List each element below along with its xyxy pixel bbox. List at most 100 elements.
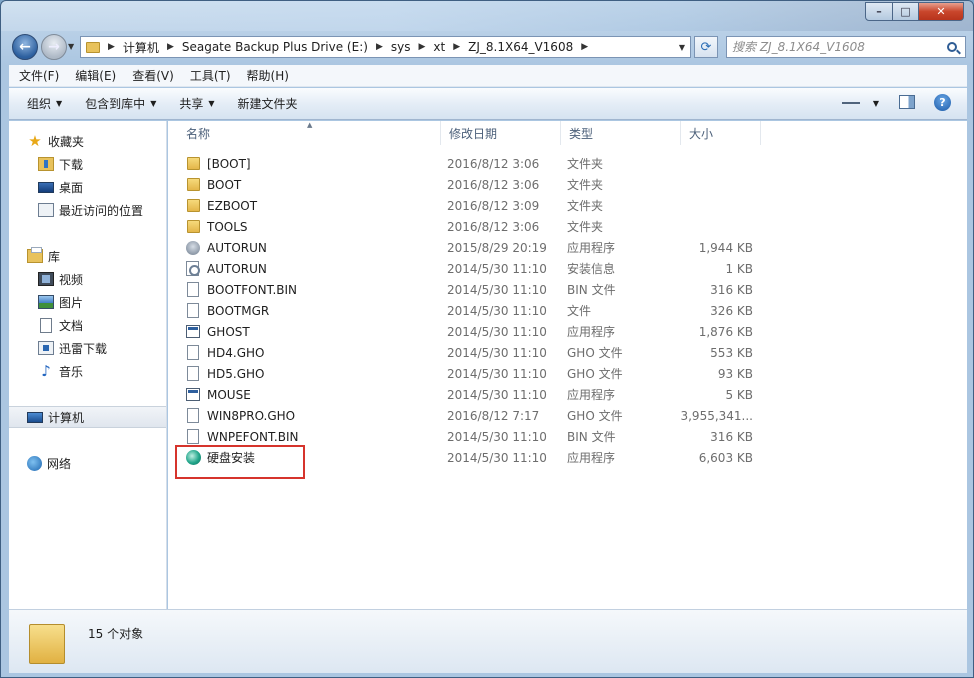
file-date: 2014/5/30 11:10 <box>447 387 547 402</box>
chevron-right-icon[interactable]: ▶ <box>104 42 119 52</box>
breadcrumb-drive[interactable]: Seagate Backup Plus Drive (E:) <box>178 40 372 54</box>
sidebar-item-label: 计算机 <box>48 410 85 425</box>
file-name-cell[interactable]: GHOST <box>186 321 250 342</box>
file-size: 326 KB <box>710 303 753 318</box>
breadcrumb-current[interactable]: ZJ_8.1X64_V1608 <box>464 40 577 54</box>
search-box[interactable] <box>726 36 966 58</box>
file-row[interactable]: TOOLS 2016/8/12 3:06 文件夹 <box>178 216 948 237</box>
file-name-cell[interactable]: [BOOT] <box>186 153 251 174</box>
file-row[interactable]: EZBOOT 2016/8/12 3:09 文件夹 <box>178 195 948 216</box>
refresh-button[interactable]: ⟳ <box>694 36 718 58</box>
chevron-down-icon: ▼ <box>56 99 63 108</box>
file-icon <box>187 429 199 444</box>
folder-icon <box>86 41 100 53</box>
breadcrumb-xt[interactable]: xt <box>429 40 449 54</box>
include-library-button[interactable]: 包含到库中 ▼ <box>77 95 164 112</box>
chevron-right-icon[interactable]: ▶ <box>449 42 464 52</box>
file-name-cell[interactable]: WNPEFONT.BIN <box>186 426 298 447</box>
autorun-exe-icon <box>186 240 200 255</box>
app-icon <box>186 388 200 401</box>
file-row[interactable]: BOOTMGR 2014/5/30 11:10 文件 326 KB <box>178 300 948 321</box>
file-name-cell[interactable]: AUTORUN <box>186 237 267 258</box>
recent-pages-dropdown[interactable]: ▼ <box>68 42 74 51</box>
file-date: 2014/5/30 11:10 <box>447 282 547 297</box>
file-type: 应用程序 <box>567 241 616 255</box>
share-button[interactable]: 共享 ▼ <box>171 95 222 112</box>
chevron-right-icon[interactable]: ▶ <box>577 42 592 52</box>
menu-help[interactable]: 帮助(H) <box>239 67 297 84</box>
file-row[interactable]: HD5.GHO 2014/5/30 11:10 GHO 文件 93 KB <box>178 363 948 384</box>
close-button[interactable]: ✕ <box>918 2 964 21</box>
breadcrumb-computer[interactable]: 计算机 <box>119 39 163 56</box>
file-name-cell[interactable]: MOUSE <box>186 384 251 405</box>
back-button[interactable]: ← <box>12 34 38 60</box>
downloads-folder-icon <box>38 157 54 171</box>
file-row[interactable]: 硬盘安装 2014/5/30 11:10 应用程序 6,603 KB <box>178 447 948 468</box>
file-type: 文件 <box>567 304 592 318</box>
file-name-cell[interactable]: TOOLS <box>186 216 248 237</box>
column-header-type[interactable]: 类型 <box>561 121 681 145</box>
file-row[interactable]: WIN8PRO.GHO 2016/8/12 7:17 GHO 文件 3,955,341… <box>178 405 948 426</box>
back-arrow-icon: ← <box>19 39 31 55</box>
new-folder-button[interactable]: 新建文件夹 <box>230 95 306 112</box>
help-icon[interactable]: ? <box>934 94 951 111</box>
sidebar-item-favorites[interactable]: ★ 收藏夹 <box>27 130 184 152</box>
file-name-cell[interactable]: BOOT <box>186 174 241 195</box>
search-icon[interactable] <box>947 42 957 52</box>
breadcrumb-sys[interactable]: sys <box>387 40 415 54</box>
file-row[interactable]: [BOOT] 2016/8/12 3:06 文件夹 <box>178 153 948 174</box>
file-name-cell[interactable]: BOOTMGR <box>186 300 269 321</box>
file-row[interactable]: AUTORUN 2015/8/29 20:19 应用程序 1,944 KB <box>178 237 948 258</box>
view-options-icon[interactable] <box>842 95 860 111</box>
chevron-right-icon[interactable]: ▶ <box>414 42 429 52</box>
forward-arrow-icon: → <box>48 39 60 55</box>
menu-edit[interactable]: 编辑(E) <box>67 67 124 84</box>
sidebar-item-label: 迅雷下载 <box>59 341 108 356</box>
file-row[interactable]: AUTORUN 2014/5/30 11:10 安装信息 1 KB <box>178 258 948 279</box>
navigation-pane: ★ 收藏夹 下载 桌面 最近访问的位置 库 视频 图片 文档 迅雷下载 ♪ 音乐 计… <box>9 121 167 609</box>
computer-icon <box>27 411 43 423</box>
file-row[interactable]: HD4.GHO 2014/5/30 11:10 GHO 文件 553 KB <box>178 342 948 363</box>
chevron-right-icon[interactable]: ▶ <box>163 42 178 52</box>
file-name-cell[interactable]: HD5.GHO <box>186 363 264 384</box>
organize-button[interactable]: 组织 ▼ <box>19 95 70 112</box>
column-header-size[interactable]: 大小 <box>681 121 761 145</box>
minimize-button[interactable]: – <box>865 2 893 21</box>
menu-tools[interactable]: 工具(T) <box>182 67 239 84</box>
file-row[interactable]: BOOT 2016/8/12 3:06 文件夹 <box>178 174 948 195</box>
share-label: 共享 <box>179 97 204 111</box>
document-icon <box>40 317 52 333</box>
search-input[interactable] <box>732 38 942 56</box>
column-header-name[interactable]: 名称 <box>178 121 441 145</box>
file-type: 应用程序 <box>567 388 616 402</box>
file-name-cell[interactable]: WIN8PRO.GHO <box>186 405 295 426</box>
chevron-down-icon[interactable]: ▼ <box>869 95 883 111</box>
menu-file[interactable]: 文件(F) <box>11 67 67 84</box>
address-dropdown-icon[interactable]: ▼ <box>674 43 690 52</box>
file-name-cell[interactable]: BOOTFONT.BIN <box>186 279 297 300</box>
file-name-cell[interactable]: 硬盘安装 <box>186 447 255 468</box>
file-name-cell[interactable]: AUTORUN <box>186 258 267 279</box>
app-icon <box>186 325 200 338</box>
file-type: 文件夹 <box>567 178 604 192</box>
menu-view[interactable]: 查看(V) <box>124 67 182 84</box>
chevron-right-icon[interactable]: ▶ <box>372 42 387 52</box>
file-size: 6,603 KB <box>698 450 753 465</box>
file-icon <box>187 282 199 297</box>
file-name-cell[interactable]: EZBOOT <box>186 195 257 216</box>
sidebar-item-network[interactable]: 网络 <box>27 452 184 474</box>
sidebar-item-libraries[interactable]: 库 <box>27 245 184 267</box>
sidebar-item-computer[interactable]: 计算机 <box>9 406 166 428</box>
file-row[interactable]: MOUSE 2014/5/30 11:10 应用程序 5 KB <box>178 384 948 405</box>
address-bar[interactable]: ▶ 计算机 ▶ Seagate Backup Plus Drive (E:) ▶… <box>80 36 691 58</box>
file-row[interactable]: GHOST 2014/5/30 11:10 应用程序 1,876 KB <box>178 321 948 342</box>
sidebar-item-label: 视频 <box>59 272 84 287</box>
column-header-date[interactable]: 修改日期 <box>441 121 561 145</box>
file-name-cell[interactable]: HD4.GHO <box>186 342 264 363</box>
file-name: TOOLS <box>207 219 248 234</box>
preview-pane-icon[interactable] <box>899 95 915 109</box>
file-row[interactable]: WNPEFONT.BIN 2014/5/30 11:10 BIN 文件 316 KB <box>178 426 948 447</box>
forward-button[interactable]: → <box>41 34 67 60</box>
maximize-button[interactable]: □ <box>892 2 919 21</box>
file-row[interactable]: BOOTFONT.BIN 2014/5/30 11:10 BIN 文件 316 KB <box>178 279 948 300</box>
